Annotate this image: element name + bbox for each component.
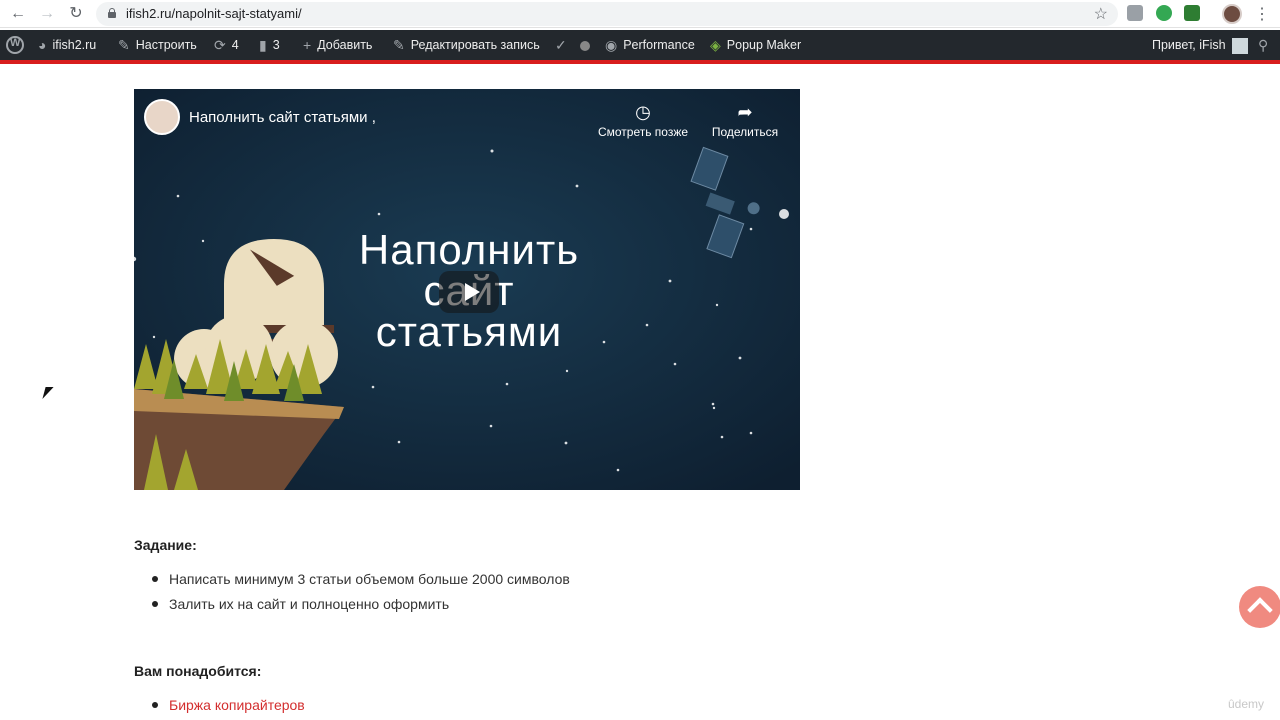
pencil-icon: ✎ bbox=[393, 37, 405, 53]
arrow-left-icon: ← bbox=[10, 5, 26, 22]
admin-search[interactable]: ⚲ bbox=[1258, 30, 1274, 60]
scroll-to-top-button[interactable] bbox=[1239, 586, 1280, 628]
share-arrow-icon: ➦ bbox=[737, 102, 753, 122]
accent-divider bbox=[0, 60, 1280, 64]
reload-button[interactable]: ↻ bbox=[66, 4, 86, 24]
share-label: Поделиться bbox=[711, 125, 779, 139]
edit-post-label: Редактировать запись bbox=[410, 38, 540, 52]
list-item: Залить их на сайт и полноценно оформить bbox=[150, 594, 570, 619]
needs-list: Биржа копирайтеров bbox=[150, 695, 305, 720]
page: ← → ↻ ifish2.ru/napolnit-sajt-statyami/ … bbox=[0, 0, 1280, 720]
youtube-video-embed[interactable]: Наполнить сайт статьями , ◷ Смотреть поз… bbox=[134, 89, 800, 490]
watch-later-label: Смотреть позже bbox=[597, 125, 689, 139]
forward-button[interactable]: → bbox=[37, 4, 57, 24]
admin-comments-link[interactable]: ▮ 3 bbox=[259, 30, 280, 60]
clock-icon: ◷ bbox=[635, 102, 651, 122]
reload-icon: ↻ bbox=[69, 5, 83, 22]
address-bar[interactable]: ifish2.ru/napolnit-sajt-statyami/ ☆ bbox=[96, 2, 1118, 26]
search-icon: ⚲ bbox=[1258, 37, 1269, 53]
dashboard-icon: ◕ bbox=[38, 37, 47, 53]
yoast-seo-link[interactable]: ✓ bbox=[555, 30, 573, 60]
performance-icon: ◉ bbox=[605, 37, 618, 53]
customize-label: Настроить bbox=[135, 38, 197, 52]
user-avatar bbox=[1231, 37, 1248, 54]
wordpress-logo-icon[interactable] bbox=[6, 36, 24, 54]
performance-label: Performance bbox=[623, 38, 695, 52]
extension-feedly-icon[interactable] bbox=[1184, 5, 1200, 21]
popup-maker-label: Popup Maker bbox=[726, 38, 802, 52]
seo-status-indicator bbox=[580, 30, 590, 60]
plus-icon: + bbox=[303, 37, 312, 53]
needs-heading: Вам понадобится: bbox=[134, 663, 262, 679]
bookmark-star-icon[interactable]: ☆ bbox=[1094, 4, 1108, 24]
arrow-right-icon: → bbox=[39, 5, 55, 22]
popup-maker-icon: ◈ bbox=[710, 37, 721, 53]
admin-site-link[interactable]: ◕ ifish2.ru bbox=[38, 30, 96, 60]
howdy-label: Привет, iFish bbox=[1152, 38, 1226, 52]
more-vert-icon[interactable]: ⋮ bbox=[1254, 4, 1270, 24]
watch-later-button[interactable]: ◷ Смотреть позже bbox=[588, 99, 698, 139]
browser-toolbar: ← → ↻ ifish2.ru/napolnit-sajt-statyami/ … bbox=[0, 0, 1280, 28]
add-new-label: Добавить bbox=[317, 38, 373, 52]
channel-avatar[interactable] bbox=[144, 99, 180, 135]
updates-icon: ⟳ bbox=[214, 37, 226, 53]
admin-performance-link[interactable]: ◉ Performance bbox=[605, 30, 695, 60]
extension-icon[interactable] bbox=[1127, 5, 1143, 21]
yoast-icon: ✓ bbox=[555, 37, 567, 53]
copywriter-exchange-link[interactable]: Биржа копирайтеров bbox=[169, 697, 305, 713]
site-name: ifish2.ru bbox=[52, 38, 97, 52]
admin-updates-link[interactable]: ⟳ 4 bbox=[214, 30, 239, 60]
admin-edit-post-link[interactable]: ✎ Редактировать запись bbox=[393, 30, 540, 60]
admin-popup-maker-link[interactable]: ◈ Popup Maker bbox=[710, 30, 801, 60]
profile-avatar[interactable] bbox=[1222, 4, 1242, 24]
admin-account-link[interactable]: Привет, iFish bbox=[1152, 30, 1248, 60]
admin-add-new-link[interactable]: + Добавить bbox=[303, 30, 372, 60]
brush-icon: ✎ bbox=[118, 37, 130, 53]
play-button[interactable] bbox=[439, 271, 499, 313]
updates-count: 4 bbox=[231, 38, 239, 52]
url-text[interactable]: ifish2.ru/napolnit-sajt-statyami/ bbox=[126, 6, 302, 21]
back-button[interactable]: ← bbox=[8, 4, 28, 24]
lock-icon bbox=[108, 8, 116, 18]
list-item: Написать минимум 3 статьи объемом больше… bbox=[150, 569, 570, 594]
video-title[interactable]: Наполнить сайт статьями , bbox=[189, 109, 376, 126]
share-button[interactable]: ➦ Поделиться bbox=[690, 99, 800, 139]
comment-icon: ▮ bbox=[259, 37, 267, 53]
task-list: Написать минимум 3 статьи объемом больше… bbox=[150, 569, 570, 619]
admin-customize-link[interactable]: ✎ Настроить bbox=[118, 30, 197, 60]
list-item: Биржа копирайтеров bbox=[150, 695, 305, 720]
udemy-watermark: ûdemy bbox=[1228, 697, 1265, 711]
comments-count: 3 bbox=[272, 38, 280, 52]
headline-line: статьями bbox=[375, 308, 563, 355]
headline-line: Наполнить bbox=[358, 226, 580, 273]
wp-admin-bar: ◕ifish2.ru ✎Настроить ⟳4 ▮3 +Добавить ✎Р… bbox=[0, 30, 1280, 64]
status-dot-icon bbox=[580, 40, 590, 51]
task-heading: Задание: bbox=[134, 537, 197, 553]
extension-green-icon[interactable] bbox=[1156, 5, 1172, 21]
